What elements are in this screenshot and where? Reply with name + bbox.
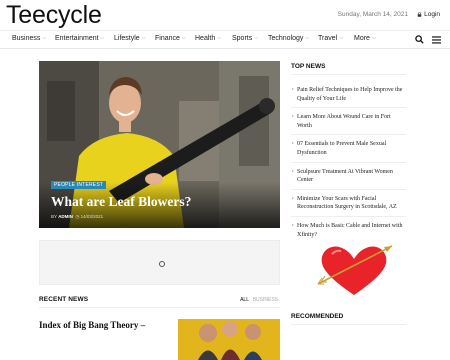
- caret-right-icon: ›: [292, 114, 294, 120]
- tab-all[interactable]: ALL: [240, 297, 249, 303]
- top-news-list: › Pain Relief Techniques to Help Improve …: [291, 86, 406, 248]
- nav-label: More: [354, 35, 370, 42]
- caret-right-icon: ›: [292, 168, 294, 174]
- sidebar-ad-image[interactable]: [316, 240, 396, 300]
- list-item[interactable]: › Learn More About Wound Care in Fort Wor…: [291, 113, 406, 136]
- recent-news-header: RECENT NEWS ALL BUSINESS: [39, 295, 280, 308]
- chevron-down-icon: ⌵: [100, 35, 105, 41]
- caret-right-icon: ›: [292, 222, 294, 228]
- current-date: Sunday, March 14, 2021: [337, 11, 408, 18]
- chevron-down-icon: ⌵: [339, 35, 343, 41]
- nav-item-health[interactable]: Health ⌵: [195, 35, 221, 42]
- news-link[interactable]: Minimize Your Scars with Facial Reconstr…: [297, 196, 397, 211]
- chevron-down-icon: ⌵: [305, 35, 310, 41]
- featured-title[interactable]: What are Leaf Blowers?: [51, 194, 191, 210]
- nav-label: Entertainment: [55, 35, 99, 42]
- recent-article-thumbnail[interactable]: [178, 319, 280, 360]
- nav-label: Finance: [155, 35, 180, 42]
- nav-label: Lifestyle: [114, 35, 140, 42]
- loading-spinner-icon: [159, 261, 165, 267]
- list-item[interactable]: › 07 Essentials to Prevent Male Sexual Dy…: [291, 140, 406, 163]
- nav-label: Technology: [268, 35, 304, 42]
- ad-placeholder: [39, 240, 280, 285]
- nav-item-finance[interactable]: Finance ⌵: [155, 35, 186, 42]
- chevron-down-icon: ⌵: [254, 35, 259, 41]
- nav-item-business[interactable]: Business ⌵: [12, 35, 46, 42]
- list-item[interactable]: › Minimize Your Scars with Facial Reconst…: [291, 195, 406, 217]
- hamburger-icon[interactable]: [432, 36, 441, 44]
- news-link[interactable]: How Much is Basic Cable and Internet wit…: [297, 223, 402, 238]
- list-item[interactable]: › Sculpsure Treatment At Vibrant Women Ce…: [291, 168, 406, 190]
- nav-label: Business: [12, 35, 41, 42]
- nav-label: Health: [195, 35, 216, 42]
- caret-right-icon: ›: [292, 141, 294, 147]
- login-link[interactable]: Login: [417, 11, 440, 18]
- login-label: Login: [424, 11, 440, 18]
- category-badge[interactable]: PEOPLE INTEREST: [51, 181, 107, 189]
- top-news-header: TOP NEWS: [291, 63, 406, 75]
- nav-item-lifestyle[interactable]: Lifestyle ⌵: [114, 35, 145, 42]
- news-link[interactable]: Pain Relief Techniques to Help Improve t…: [297, 87, 402, 102]
- site-logo[interactable]: Teecycle: [6, 1, 102, 30]
- nav-label: Sports: [232, 35, 253, 42]
- news-link[interactable]: 07 Essentials to Prevent Male Sexual Dys…: [297, 141, 386, 156]
- nav-label: Travel: [318, 35, 338, 42]
- list-item[interactable]: › Pain Relief Techniques to Help Improve …: [291, 86, 406, 109]
- caret-right-icon: ›: [292, 195, 294, 201]
- lock-icon: [417, 12, 422, 17]
- news-link[interactable]: Learn More About Wound Care in Fort Wort…: [297, 114, 391, 129]
- featured-meta: BY ADMIN ◷ 14/03/2021: [51, 214, 103, 220]
- nav-item-technology[interactable]: Technology ⌵: [268, 35, 309, 42]
- search-icon[interactable]: [415, 35, 424, 44]
- top-news-heading: TOP NEWS: [291, 63, 326, 70]
- chevron-down-icon: ⌵: [217, 35, 222, 41]
- author-name[interactable]: ADMIN: [58, 214, 73, 219]
- clock-icon: ◷: [74, 214, 80, 219]
- caret-right-icon: ›: [292, 87, 294, 92]
- nav-item-entertainment[interactable]: Entertainment ⌵: [55, 35, 104, 42]
- post-date: 14/03/2021: [80, 214, 104, 219]
- author-prefix: BY: [51, 214, 57, 219]
- nav-item-sports[interactable]: Sports ⌵: [232, 35, 258, 42]
- tab-business[interactable]: BUSINESS: [253, 297, 278, 303]
- top-header: Teecycle Sunday, March 14, 2021 Login: [0, 0, 450, 30]
- chevron-down-icon: ⌵: [141, 35, 146, 41]
- chevron-down-icon: ⌵: [42, 35, 47, 41]
- featured-article[interactable]: PEOPLE INTEREST What are Leaf Blowers? B…: [39, 61, 280, 228]
- news-link[interactable]: Sculpsure Treatment At Vibrant Women Cen…: [297, 169, 393, 184]
- main-nav: Business ⌵ Entertainment ⌵ Lifestyle ⌵ Fina…: [0, 30, 450, 49]
- heart-arrow-icon: [317, 245, 393, 295]
- nav-item-more[interactable]: More ⌵: [354, 35, 376, 42]
- recommended-heading: RECOMMENDED: [291, 313, 406, 325]
- recent-news-heading: RECENT NEWS: [39, 296, 89, 303]
- chevron-down-icon: ⌵: [181, 35, 186, 41]
- recent-article-title[interactable]: Index of Big Bang Theory –: [39, 320, 169, 331]
- chevron-down-icon: ⌵: [371, 35, 376, 41]
- thumbnail-image: [178, 319, 280, 360]
- nav-item-travel[interactable]: Travel ⌵: [318, 35, 343, 42]
